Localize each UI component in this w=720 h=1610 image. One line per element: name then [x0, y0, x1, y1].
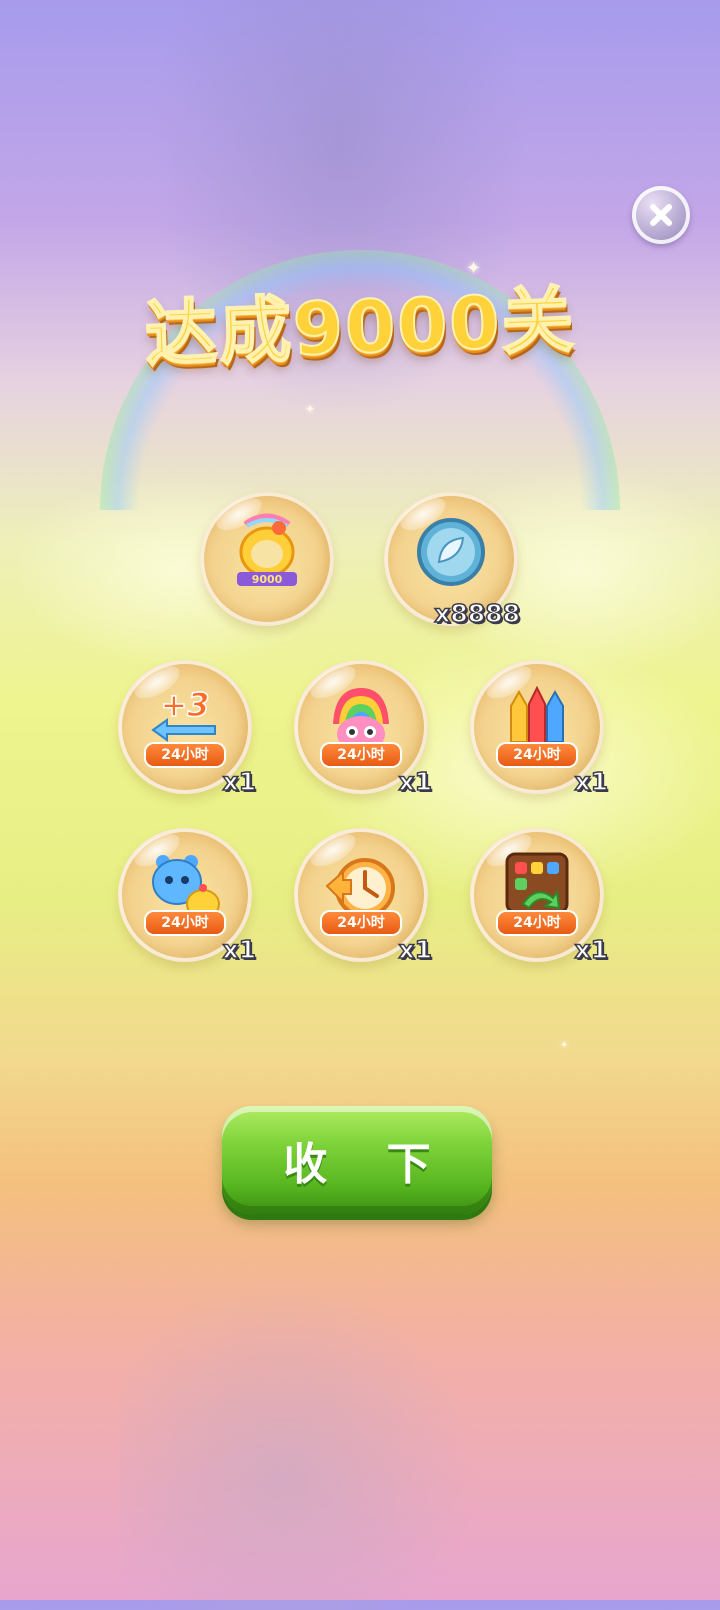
close-icon — [650, 204, 672, 226]
reward-quantity: x1 — [222, 934, 257, 965]
reward-coins: x8888 — [384, 491, 521, 629]
reward-quantity: x1 — [574, 766, 609, 797]
collect-button-label: 收 下 — [283, 1139, 453, 1190]
background-silhouette-bottom — [120, 1280, 480, 1610]
reward-rainbow-bird: 24小时 x1 — [294, 659, 433, 797]
reward-time-back: 24小时 x1 — [294, 827, 433, 965]
reward-timer: 24小时 — [146, 912, 224, 934]
reward-quantity: x1 — [222, 766, 257, 797]
leaf-coin-icon — [417, 518, 485, 586]
reward-extra-moves: +3 24小时 x1 — [118, 659, 257, 797]
sparkle-icon: ✦ — [305, 402, 316, 416]
chicken-avatar-frame-icon: 9000 — [237, 513, 297, 586]
reward-quantity: x8888 — [434, 598, 521, 629]
reward-timer: 24小时 — [498, 744, 576, 766]
reward-timer: 24小时 — [498, 912, 576, 934]
close-button[interactable] — [632, 186, 690, 244]
reward-timer: 24小时 — [146, 744, 224, 766]
reward-timer: 24小时 — [322, 744, 400, 766]
svg-text:9000: 9000 — [252, 573, 283, 586]
reward-rockets: 24小时 x1 — [470, 659, 609, 797]
collect-button[interactable]: 收 下 — [222, 1106, 492, 1214]
reward-animal-pair: 24小时 x1 — [118, 827, 257, 965]
sparkle-icon: ✦ — [560, 1040, 569, 1051]
reward-shuffle: 24小时 x1 — [470, 827, 609, 965]
reward-avatar-frame: 9000 — [200, 491, 334, 626]
reward-quantity: x1 — [398, 766, 433, 797]
page-title: 达成9000关 — [143, 277, 578, 378]
reward-quantity: x1 — [398, 934, 433, 965]
reward-quantity: x1 — [574, 934, 609, 965]
reward-timer: 24小时 — [322, 912, 400, 934]
